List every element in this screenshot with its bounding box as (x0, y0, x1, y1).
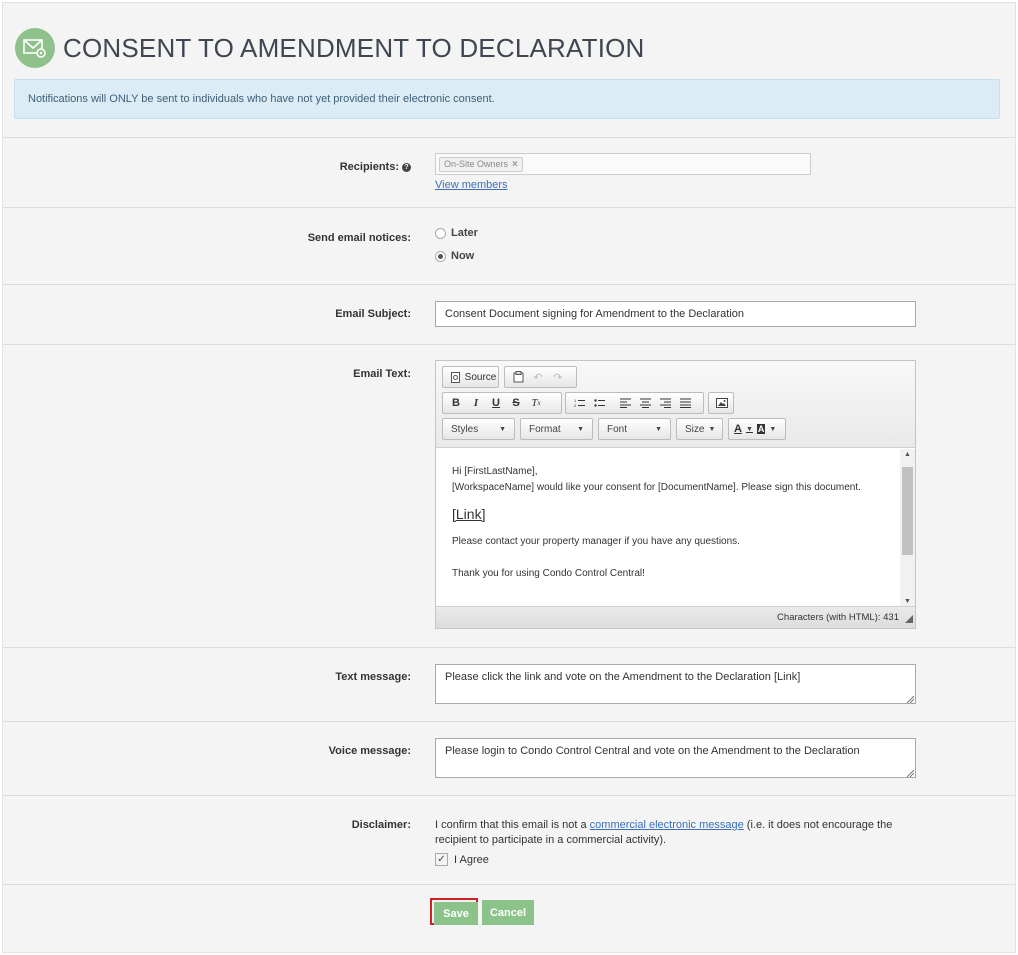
strike-button[interactable]: S (506, 394, 526, 412)
resize-handle-icon[interactable] (905, 615, 913, 626)
save-button[interactable]: Save (434, 902, 478, 925)
format-dropdown[interactable]: Format ▼ (520, 418, 593, 440)
content-link[interactable]: [Link] (452, 506, 485, 522)
help-icon[interactable]: ? (402, 162, 411, 172)
commercial-message-link[interactable]: commercial electronic message (590, 819, 744, 831)
redo-icon[interactable]: ↷ (548, 368, 568, 386)
list-align-group: 12 (565, 392, 704, 414)
italic-button[interactable]: I (466, 394, 486, 412)
radio-later-button[interactable] (435, 227, 446, 239)
recipients-row: Recipients:? On-Site Owners × View member… (3, 137, 1015, 207)
email-subject-input[interactable]: Consent Document signing for Amendment t… (435, 301, 916, 327)
email-text-row: Email Text: Source ↶ ↷ B I U S T x 1 2 S… (3, 344, 1015, 647)
clipboard-group: ↶ ↷ (504, 366, 577, 388)
envelope-gear-icon (15, 28, 55, 68)
recipients-label: Recipients:? (340, 161, 411, 173)
svg-text:2: 2 (574, 403, 577, 408)
editor-statusbar: Characters (with HTML): 431 (436, 606, 915, 628)
subject-label: Email Subject: (335, 308, 411, 320)
font-dropdown[interactable]: Font ▼ (598, 418, 671, 440)
view-members-link[interactable]: View members (435, 179, 508, 191)
agree-checkbox-row[interactable]: ✓ I Agree (435, 853, 916, 866)
resize-grip-icon[interactable] (906, 694, 915, 704)
agree-checkbox[interactable]: ✓ (435, 853, 448, 866)
send-notices-options: Later Now (435, 225, 478, 264)
bulleted-list-icon[interactable] (589, 394, 609, 412)
source-button[interactable]: Source (442, 366, 499, 388)
align-right-icon[interactable] (655, 394, 675, 412)
page-header: CONSENT TO AMENDMENT TO DECLARATION (15, 27, 645, 69)
voice-message-label: Voice message: (328, 745, 411, 757)
send-notices-label: Send email notices: (307, 232, 411, 244)
chevron-down-icon: ▼ (577, 425, 584, 433)
voice-message-input[interactable]: Please login to Condo Control Central an… (435, 738, 916, 778)
remove-format-icon[interactable]: Tx (526, 394, 546, 412)
text-message-label: Text message: (335, 671, 411, 683)
recipients-field: On-Site Owners × View members (435, 153, 811, 191)
text-color-button[interactable]: A ▼ (732, 420, 755, 438)
send-notices-row: Send email notices: Later Now (3, 207, 1015, 286)
background-color-button[interactable]: A ▼ (755, 420, 778, 438)
radio-now-button[interactable] (435, 250, 446, 262)
color-group: A ▼ A ▼ (728, 418, 786, 440)
resize-grip-icon[interactable] (906, 768, 915, 778)
recipient-tag: On-Site Owners × (439, 156, 523, 172)
chevron-down-icon: ▼ (499, 425, 506, 433)
scrollbar-thumb[interactable] (902, 467, 913, 555)
editor-scrollbar[interactable]: ▲ ▼ (900, 449, 915, 607)
character-count: Characters (with HTML): 431 (777, 612, 899, 623)
radio-now[interactable]: Now (435, 248, 478, 264)
email-text-label: Email Text: (353, 368, 411, 380)
size-dropdown[interactable]: Size ▼ (676, 418, 723, 440)
align-center-icon[interactable] (635, 394, 655, 412)
bold-button[interactable]: B (446, 394, 466, 412)
styles-dropdown[interactable]: Styles ▼ (442, 418, 515, 440)
chevron-down-icon: ▼ (655, 425, 662, 433)
source-icon (446, 368, 466, 386)
disclaimer-row: Disclaimer: I confirm that this email is… (3, 795, 1015, 884)
editor-content[interactable]: Hi [FirstLastName], [WorkspaceName] woul… (436, 449, 902, 607)
undo-icon[interactable]: ↶ (528, 368, 548, 386)
text-message-input[interactable]: Please click the link and vote on the Am… (435, 664, 916, 704)
justify-icon[interactable] (675, 394, 695, 412)
scroll-down-icon[interactable]: ▼ (900, 598, 915, 605)
image-icon (712, 394, 732, 412)
voice-message-row: Voice message: Please login to Condo Con… (3, 721, 1015, 795)
underline-button[interactable]: U (486, 394, 506, 412)
text-message-row: Text message: Please click the link and … (3, 647, 1015, 721)
scroll-up-icon[interactable]: ▲ (900, 451, 915, 458)
rich-text-editor: Source ↶ ↷ B I U S T x 1 2 Styles ▼ Form… (435, 360, 916, 629)
disclaimer-text: I confirm that this email is not a comme… (435, 819, 893, 846)
chevron-down-icon: ▼ (708, 425, 716, 433)
numbered-list-icon[interactable]: 12 (569, 394, 589, 412)
radio-later[interactable]: Later (435, 225, 478, 241)
align-left-icon[interactable] (615, 394, 635, 412)
agree-label: I Agree (454, 853, 489, 866)
info-alert: Notifications will ONLY be sent to indiv… (14, 79, 1000, 119)
page-title: CONSENT TO AMENDMENT TO DECLARATION (63, 32, 645, 63)
subject-row: Email Subject: Consent Document signing … (3, 284, 1015, 344)
consent-form-page: CONSENT TO AMENDMENT TO DECLARATION Noti… (2, 2, 1016, 953)
disclaimer-label: Disclaimer: (351, 819, 411, 831)
recipients-input[interactable]: On-Site Owners × (435, 153, 811, 175)
cancel-button[interactable]: Cancel (482, 900, 534, 925)
basic-styles-group: B I U S Tx (442, 392, 562, 414)
image-button[interactable] (708, 392, 734, 414)
editor-toolbar: Source ↶ ↷ B I U S T x 1 2 Styles ▼ Form… (436, 361, 915, 448)
remove-tag-icon[interactable]: × (512, 159, 518, 170)
paste-icon[interactable] (508, 368, 528, 386)
